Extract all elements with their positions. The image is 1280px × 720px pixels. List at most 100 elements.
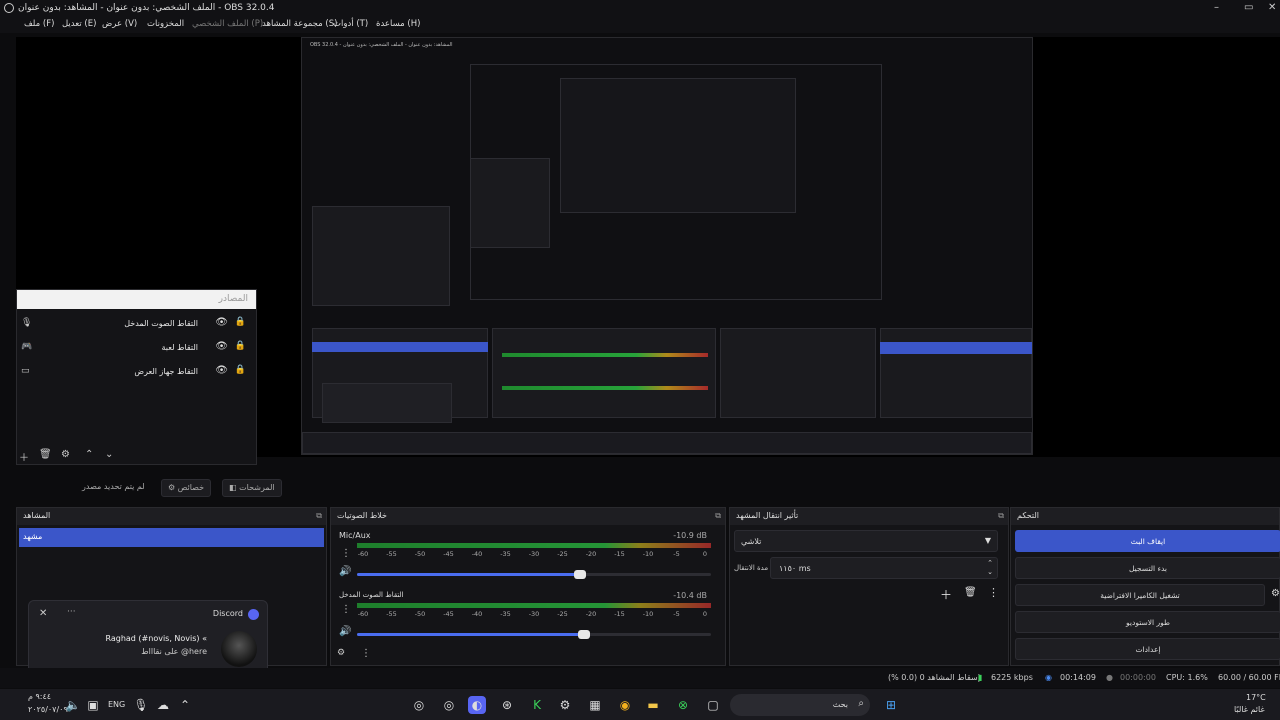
discord-icon[interactable]: ◐ [468,696,486,714]
mixer-title: خلاط الصوتيات [337,511,387,520]
add-icon[interactable]: ＋ [19,449,29,464]
close-icon[interactable]: ✕ [39,608,47,619]
speaker-icon[interactable]: 🔈 [64,696,82,714]
level-meter [357,603,711,608]
volume-knob[interactable] [574,570,587,579]
lock-icon[interactable]: 🔒 [235,317,246,327]
lock-icon[interactable]: 🔒 [235,365,246,375]
windows-start-icon[interactable]: ⊞ [882,696,900,714]
trash-icon[interactable]: 🗑 [39,449,52,460]
volume-slider[interactable] [357,630,711,639]
chevron-down-icon[interactable]: ⌄ [105,449,113,460]
source-item-mic[interactable]: 🎙 التقاط الصوت المدخل 👁 🔒 [17,314,256,334]
close-icon[interactable]: ✕ [1268,2,1276,13]
kick-icon[interactable]: K [528,696,546,714]
undock-icon[interactable]: ⧉ [715,511,721,521]
discord-notification[interactable]: ✕ ··· Discord Raghad (#novis, Novis) « ع… [28,600,268,678]
mixer-settings-icon[interactable]: ⚙ [337,648,345,658]
menu-file[interactable]: ملف (F) [24,19,54,29]
filter-icon: ◧ [229,483,240,492]
mixer-channel: Mic/Aux -10.9 dB -60 -55 -50 -45 -40 -35 -30 -2… [335,528,713,588]
channel-menu-icon[interactable]: ⋮ [341,548,351,559]
mixer-header: خلاط الصوتيات ⧉ [331,508,725,525]
menu-profile[interactable]: الملف الشخصي (P) [192,19,263,29]
bitrate: 6225 kbps [991,673,1033,682]
menu-edit[interactable]: تعديل (E) [62,19,96,29]
scene-item[interactable]: مشهد [19,528,324,547]
display-icon[interactable]: ▣ [84,696,102,714]
more-icon[interactable]: ⋮ [988,586,999,599]
minimize-icon[interactable]: – [1214,2,1219,13]
filters-button[interactable]: ◧ المرشحات [222,479,282,497]
undock-icon[interactable]: ⧉ [998,511,1004,521]
volume-slider[interactable] [357,570,711,579]
settings-button[interactable]: إعدادات [1015,638,1280,660]
menu-help[interactable]: مساعدة (H) [376,19,420,29]
meter-tick-label: -15 [614,610,625,618]
language-indicator[interactable]: ENG [108,700,125,709]
source-label: التقاط لعبة [161,343,199,352]
meter-tick-label: -20 [585,610,597,618]
volume-knob[interactable] [577,630,590,639]
window-icon[interactable]: ▢ [704,696,722,714]
chrome-icon[interactable]: ◉ [616,696,634,714]
source-item-game[interactable]: 🎮 التقاط لعبة 👁 🔒 [17,338,256,358]
title-bar: الملف الشخصي: بدون عنوان - المشاهد: بدون… [0,0,1280,17]
menu-docks[interactable]: المخزونات [147,19,184,29]
stepper-icon[interactable]: ⌃ ⌄ [987,559,993,577]
transition-select[interactable]: تلاشي ▼ [734,530,998,552]
start-recording-button[interactable]: بدء التسجيل [1015,557,1280,579]
speaker-icon[interactable]: 🔊 [339,566,351,577]
search-input[interactable]: بحث ⌕ [730,694,870,716]
gear-icon[interactable]: ⚙ [61,449,70,460]
more-icon[interactable]: ··· [67,607,76,617]
visibility-eye-icon[interactable]: 👁 [215,365,228,376]
scenes-title: المشاهد [23,511,51,520]
volume-fill [357,573,581,576]
record-icon: ● [1106,673,1113,682]
visibility-eye-icon[interactable]: 👁 [215,317,228,328]
meter-tick-label: -30 [528,550,540,558]
duration-input[interactable]: ١١٥٠ ms ⌃ ⌄ [770,557,998,579]
lock-icon[interactable]: 🔒 [235,341,246,351]
undock-icon[interactable]: ⧉ [316,511,322,521]
maximize-icon[interactable]: ▭ [1244,2,1253,13]
menu-tools[interactable]: أدوات (T) [333,19,368,29]
meter-tick-label: -55 [386,610,397,618]
properties-button[interactable]: ⚙ خصائص [161,479,212,497]
clock-date: ٢٠٢٥/٠٧/٠٩ [28,705,68,714]
chevron-up-icon[interactable]: ⌃ [85,449,93,460]
meter-tick-label: -40 [471,610,483,618]
meter-tick-label: -45 [443,550,454,558]
trash-icon[interactable]: 🗑 [964,587,977,598]
menu-view[interactable]: عرض (V) [102,19,137,29]
obs-icon[interactable]: ◎ [410,696,428,714]
stream-icon: ◉ [1045,673,1052,682]
obs-icon-2[interactable]: ◎ [440,696,458,714]
folder-icon[interactable]: ▬ [644,696,662,714]
channel-menu-icon[interactable]: ⋮ [341,604,351,615]
source-item-display[interactable]: ▭ التقاط جهاز العرض 👁 🔒 [17,362,256,382]
mic-icon[interactable]: 🎙 [132,696,150,714]
chrome-icon-alt[interactable]: ⊛ [498,696,516,714]
gear-icon[interactable]: ⚙ [1271,588,1280,599]
cloud-icon[interactable]: ☁ [154,696,172,714]
audio-mixer-dock: خلاط الصوتيات ⧉ Mic/Aux -10.9 dB -60 -55 -5… [330,507,726,666]
visibility-eye-icon[interactable]: 👁 [215,341,228,352]
mixer-menu-icon[interactable]: ⋮ [361,648,371,659]
add-icon[interactable]: ＋ [940,586,952,603]
stop-streaming-button[interactable]: ايقاف البث [1015,530,1280,552]
menu-scene-collection[interactable]: مجموعة المشاهد (S) [262,19,337,29]
level-meter [357,543,711,548]
search-placeholder: بحث [832,700,848,709]
studio-mode-button[interactable]: طور الاستوديو [1015,611,1280,633]
meter-tick-label: -25 [557,610,568,618]
store-icon[interactable]: ▦ [586,696,604,714]
steam-icon[interactable]: ⚙ [556,696,574,714]
duration-value: ١١٥٠ ms [779,564,811,573]
stream-time: 00:14:09 [1060,673,1096,682]
xbox-icon[interactable]: ⊗ [674,696,692,714]
start-virtual-camera-button[interactable]: تشغيل الكاميرا الافتراضية [1015,584,1265,606]
chevron-up-icon[interactable]: ⌃ [176,696,194,714]
speaker-icon[interactable]: 🔊 [339,626,351,637]
